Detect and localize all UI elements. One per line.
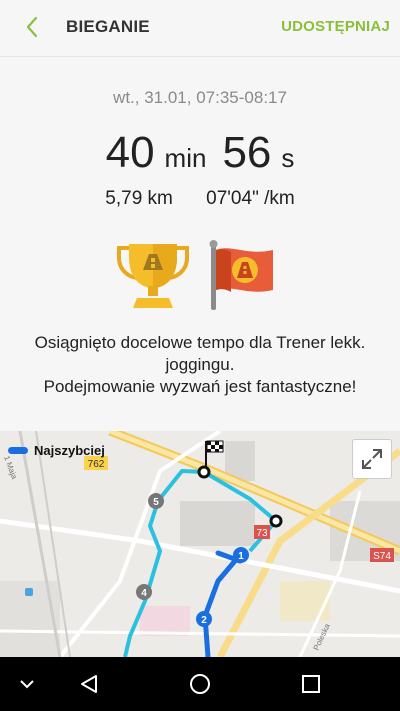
route-marker-5: 5	[153, 497, 159, 508]
map-legend: Najszybciej	[8, 443, 105, 458]
route-map[interactable]: 762 73 S74 1 Maja Poleska 1 2 4 5 Najszy…	[0, 431, 400, 657]
duration-seconds: 56	[222, 128, 272, 177]
app-header: BIEGANIE UDOSTĘPNIAJ	[0, 0, 400, 56]
pace-value: 07'04" /km	[206, 188, 295, 209]
nav-home-button[interactable]	[173, 657, 227, 711]
achievement-message-line2: Podejmowanie wyzwań jest fantastyczne!	[43, 377, 357, 396]
nav-recents-button[interactable]	[284, 657, 338, 711]
expand-map-button[interactable]	[352, 439, 392, 479]
duration-minutes-unit: min	[164, 143, 207, 173]
home-circle-icon	[190, 674, 210, 694]
back-triangle-icon	[81, 675, 97, 693]
recents-square-icon	[302, 675, 320, 693]
street-label-1maja: 1 Maja	[2, 455, 19, 481]
route-marker-4: 4	[141, 588, 147, 599]
nav-hide-button[interactable]	[0, 657, 54, 711]
chevron-down-icon	[20, 680, 34, 689]
road-label-762: 762	[88, 459, 105, 470]
workout-duration: 40 min 56 s	[0, 128, 400, 178]
workout-stats: 5,79 km 07'04" /km	[0, 188, 400, 210]
achievement-message: Osiągnięto docelowe tempo dla Trener lek…	[20, 332, 380, 398]
chevron-left-icon	[26, 16, 38, 38]
page-title: BIEGANIE	[66, 17, 150, 36]
duration-minutes: 40	[105, 128, 155, 177]
goal-flag-icon[interactable]	[207, 240, 279, 312]
road-label-73: 73	[256, 528, 268, 539]
achievement-message-line1: Osiągnięto docelowe tempo dla Trener lek…	[34, 333, 366, 374]
nav-back-button[interactable]	[62, 657, 116, 711]
expand-icon	[362, 449, 382, 469]
road-label-s74: S74	[373, 551, 391, 562]
legend-label: Najszybciej	[34, 443, 105, 458]
back-button[interactable]	[20, 14, 46, 40]
route-marker-1: 1	[238, 551, 244, 562]
route-marker-2: 2	[201, 615, 207, 626]
distance-value: 5,79 km	[105, 188, 173, 209]
system-navbar	[0, 657, 400, 711]
workout-date: wt., 31.01, 07:35-08:17	[113, 88, 287, 107]
share-button[interactable]: UDOSTĘPNIAJ	[281, 18, 390, 35]
trophy-icon[interactable]	[117, 240, 189, 312]
header-divider	[0, 56, 400, 57]
legend-swatch	[8, 447, 28, 454]
map-canvas: 762 73 S74 1 Maja Poleska 1 2 4 5	[0, 431, 400, 657]
duration-seconds-unit: s	[281, 143, 295, 173]
